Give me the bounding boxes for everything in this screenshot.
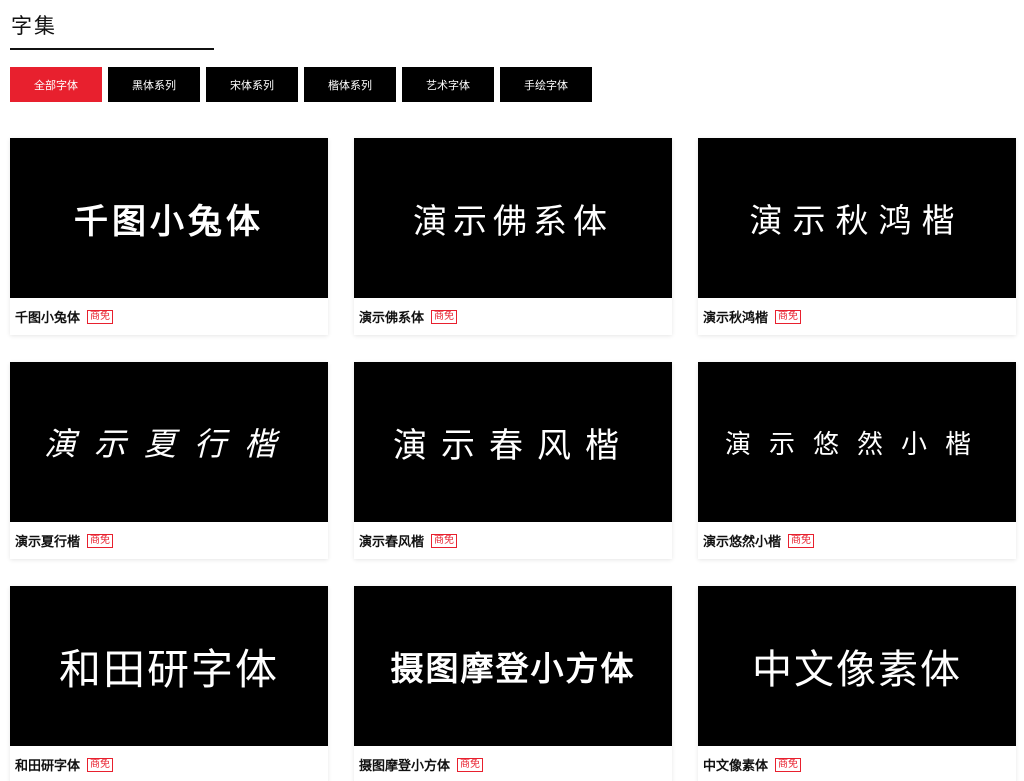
font-preview-text: 演示秋鸿楷 bbox=[749, 201, 965, 240]
font-card[interactable]: 摄图摩登小方体 摄图摩登小方体 商免 bbox=[354, 586, 672, 781]
font-card[interactable]: 演示佛系体 演示佛系体 商免 bbox=[354, 138, 672, 335]
font-card[interactable]: 演示夏行楷 演示夏行楷 商免 bbox=[10, 362, 328, 559]
font-preview[interactable]: 演示春风楷 bbox=[354, 362, 672, 522]
font-name[interactable]: 演示秋鸿楷 bbox=[703, 307, 768, 326]
font-card[interactable]: 演示秋鸿楷 演示秋鸿楷 商免 bbox=[698, 138, 1016, 335]
license-badge: 商免 bbox=[788, 533, 815, 548]
font-preview[interactable]: 演示悠然小楷 bbox=[698, 362, 1016, 522]
font-preview-text: 演示悠然小楷 bbox=[724, 429, 989, 460]
font-preview-text: 中文像素体 bbox=[752, 647, 962, 693]
font-info: 和田研字体 商免 bbox=[10, 746, 328, 781]
tab-handdrawn-fonts[interactable]: 手绘字体 bbox=[500, 67, 592, 102]
license-badge: 商免 bbox=[431, 533, 458, 548]
font-preview[interactable]: 千图小兔体 bbox=[10, 138, 328, 298]
font-preview[interactable]: 演示佛系体 bbox=[354, 138, 672, 298]
license-badge: 商免 bbox=[775, 757, 802, 772]
font-name[interactable]: 演示佛系体 bbox=[359, 307, 424, 326]
license-badge: 商免 bbox=[457, 757, 484, 772]
font-preview[interactable]: 中文像素体 bbox=[698, 586, 1016, 746]
page-header: 字集 bbox=[10, 0, 214, 50]
font-preview-text: 摄图摩登小方体 bbox=[390, 649, 636, 688]
font-preview-text: 千图小兔体 bbox=[74, 201, 264, 242]
font-name[interactable]: 演示春风楷 bbox=[359, 531, 424, 550]
font-grid: 千图小兔体 千图小兔体 商免 演示佛系体 演示佛系体 商免 演示秋鸿楷 演示秋鸿… bbox=[10, 138, 1016, 781]
font-name[interactable]: 和田研字体 bbox=[15, 755, 80, 774]
license-badge: 商免 bbox=[87, 533, 114, 548]
tab-hei-series[interactable]: 黑体系列 bbox=[108, 67, 200, 102]
font-info: 演示悠然小楷 商免 bbox=[698, 522, 1016, 559]
font-preview-text: 演示佛系体 bbox=[413, 201, 613, 242]
font-card[interactable]: 中文像素体 中文像素体 商免 bbox=[698, 586, 1016, 781]
font-card[interactable]: 演示悠然小楷 演示悠然小楷 商免 bbox=[698, 362, 1016, 559]
tab-song-series[interactable]: 宋体系列 bbox=[206, 67, 298, 102]
font-preview[interactable]: 演示秋鸿楷 bbox=[698, 138, 1016, 298]
page-title: 字集 bbox=[11, 14, 57, 38]
tab-kai-series[interactable]: 楷体系列 bbox=[304, 67, 396, 102]
category-tabs: 全部字体 黑体系列 宋体系列 楷体系列 艺术字体 手绘字体 bbox=[10, 67, 598, 102]
font-card[interactable]: 和田研字体 和田研字体 商免 bbox=[10, 586, 328, 781]
font-info: 演示夏行楷 商免 bbox=[10, 522, 328, 559]
font-info: 千图小兔体 商免 bbox=[10, 298, 328, 335]
font-preview-text: 演示春风楷 bbox=[393, 425, 633, 466]
tab-all-fonts[interactable]: 全部字体 bbox=[10, 67, 102, 102]
license-badge: 商免 bbox=[87, 757, 114, 772]
font-info: 演示秋鸿楷 商免 bbox=[698, 298, 1016, 335]
font-preview-text: 和田研字体 bbox=[58, 644, 279, 694]
font-name[interactable]: 演示夏行楷 bbox=[15, 531, 80, 550]
font-info: 摄图摩登小方体 商免 bbox=[354, 746, 672, 781]
license-badge: 商免 bbox=[775, 309, 802, 324]
font-preview[interactable]: 和田研字体 bbox=[10, 586, 328, 746]
font-info: 演示春风楷 商免 bbox=[354, 522, 672, 559]
license-badge: 商免 bbox=[87, 309, 114, 324]
font-info: 演示佛系体 商免 bbox=[354, 298, 672, 335]
font-preview[interactable]: 演示夏行楷 bbox=[10, 362, 328, 522]
font-name[interactable]: 演示悠然小楷 bbox=[703, 531, 781, 550]
font-preview-text: 演示夏行楷 bbox=[43, 425, 294, 463]
tab-art-fonts[interactable]: 艺术字体 bbox=[402, 67, 494, 102]
font-name[interactable]: 摄图摩登小方体 bbox=[359, 755, 450, 774]
font-card[interactable]: 演示春风楷 演示春风楷 商免 bbox=[354, 362, 672, 559]
font-preview[interactable]: 摄图摩登小方体 bbox=[354, 586, 672, 746]
license-badge: 商免 bbox=[431, 309, 458, 324]
font-card[interactable]: 千图小兔体 千图小兔体 商免 bbox=[10, 138, 328, 335]
font-name[interactable]: 千图小兔体 bbox=[15, 307, 80, 326]
font-info: 中文像素体 商免 bbox=[698, 746, 1016, 781]
font-name[interactable]: 中文像素体 bbox=[703, 755, 768, 774]
